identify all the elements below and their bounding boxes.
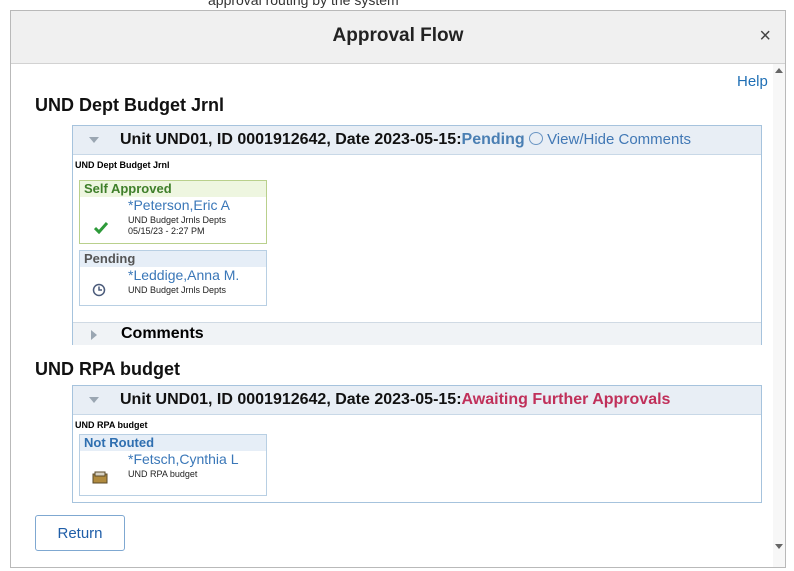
modal-title: Approval Flow	[332, 25, 464, 46]
approval-path-rpa-budget: Unit UND01, ID 0001912642, Date 2023-05-…	[72, 385, 762, 503]
approval-flow-modal: Approval Flow × Help UND Dept Budget Jrn…	[10, 10, 786, 568]
step-pending: Pending *Leddige,Anna M. UND Budget Jrnl…	[79, 250, 267, 306]
approver-name-link[interactable]: *Leddige,Anna M.	[128, 267, 239, 283]
path-header-text: Unit UND01, ID 0001912642, Date 2023-05-…	[120, 391, 462, 408]
comments-section-header[interactable]: Comments	[73, 322, 761, 345]
approver-role: UND RPA budget	[128, 469, 198, 479]
approver-name-link[interactable]: *Fetsch,Cynthia L	[128, 451, 239, 467]
step-not-routed: Not Routed *Fetsch,Cynthia L UND RPA bud…	[79, 434, 267, 496]
inbox-icon	[92, 471, 108, 490]
check-icon	[93, 221, 109, 239]
path-header-label: Unit UND01, ID 0001912642, Date 2023-05-…	[120, 391, 670, 409]
approver-name-link[interactable]: *Peterson,Eric A	[128, 197, 230, 213]
path-label: UND RPA budget	[75, 420, 148, 430]
status-text: Pending	[461, 131, 525, 148]
comments-label: Comments	[121, 325, 204, 342]
step-state: Self Approved	[80, 181, 266, 197]
path-header-label: Unit UND01, ID 0001912642, Date 2023-05-…	[120, 131, 691, 149]
vertical-scrollbar[interactable]	[773, 64, 785, 567]
stage-title-dept-budget: UND Dept Budget Jrnl	[35, 95, 224, 115]
clock-icon	[92, 283, 106, 302]
path-header[interactable]: Unit UND01, ID 0001912642, Date 2023-05-…	[73, 126, 761, 155]
help-link[interactable]: Help	[737, 73, 768, 90]
view-hide-comments-link[interactable]: View/Hide Comments	[547, 131, 691, 148]
step-state: Pending	[80, 251, 266, 267]
scroll-down-icon[interactable]	[775, 544, 783, 549]
path-label: UND Dept Budget Jrnl	[75, 160, 170, 170]
expand-icon[interactable]	[91, 330, 97, 340]
modal-titlebar: Approval Flow ×	[11, 11, 785, 64]
path-header-text: Unit UND01, ID 0001912642, Date 2023-05-…	[120, 131, 462, 148]
approval-date: 05/15/23 - 2:27 PM	[128, 226, 205, 236]
return-button[interactable]: Return	[35, 515, 125, 551]
approver-role: UND Budget Jrnls Depts	[128, 285, 227, 295]
status-text: Awaiting Further Approvals	[461, 391, 671, 408]
approver-role: UND Budget Jrnls Depts	[128, 215, 227, 225]
step-self-approved: Self Approved *Peterson,Eric A UND Budge…	[79, 180, 267, 244]
stage-title-rpa-budget: UND RPA budget	[35, 359, 180, 379]
scroll-up-icon[interactable]	[775, 68, 783, 73]
collapse-icon[interactable]	[89, 397, 99, 403]
path-header[interactable]: Unit UND01, ID 0001912642, Date 2023-05-…	[73, 386, 761, 415]
comment-bubble-icon	[528, 132, 543, 145]
background-hint-text: approval routing by the system	[208, 0, 399, 8]
collapse-icon[interactable]	[89, 137, 99, 143]
approval-path-dept-budget: Unit UND01, ID 0001912642, Date 2023-05-…	[72, 125, 762, 345]
close-icon[interactable]: ×	[759, 25, 771, 48]
step-state: Not Routed	[80, 435, 266, 451]
